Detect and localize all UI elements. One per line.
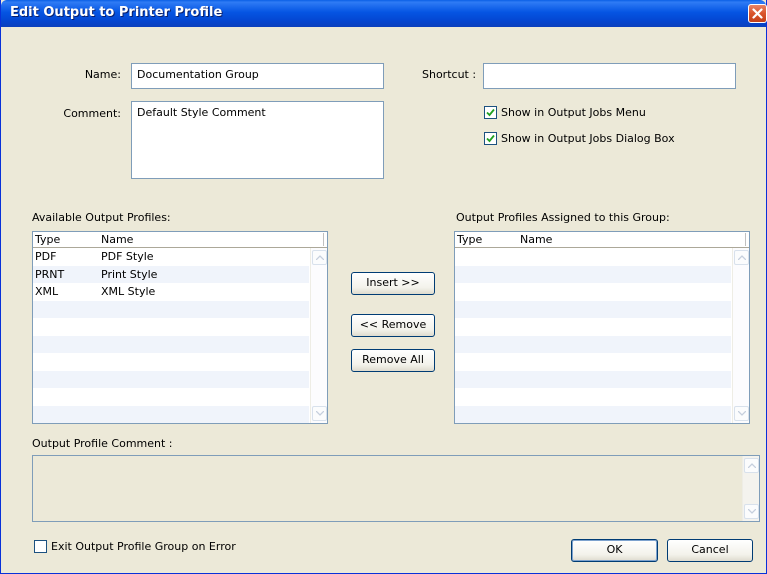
column-separator [745, 233, 746, 246]
empty-row[interactable] [33, 318, 309, 336]
exit-on-error-checkbox[interactable]: Exit Output Profile Group on Error [34, 540, 236, 553]
available-col-name[interactable]: Name [101, 233, 133, 246]
scroll-up-button[interactable] [734, 250, 749, 265]
show-in-dialog-label: Show in Output Jobs Dialog Box [501, 132, 675, 145]
scroll-down-arrow-icon [748, 509, 756, 514]
empty-row[interactable] [455, 388, 731, 406]
scroll-up-arrow-icon [738, 255, 746, 260]
list-item[interactable]: PRNT Print Style [33, 265, 309, 283]
assigned-col-type[interactable]: Type [457, 233, 482, 246]
comment-label: Comment: [63, 107, 121, 120]
profile-type-cell: PDF [35, 250, 57, 263]
empty-row[interactable] [33, 405, 309, 423]
profile-comment-label: Output Profile Comment : [32, 437, 173, 450]
available-col-type[interactable]: Type [35, 233, 60, 246]
empty-row[interactable] [455, 353, 731, 371]
empty-row[interactable] [455, 265, 731, 283]
scroll-down-arrow-icon [316, 411, 324, 416]
scroll-down-button[interactable] [312, 406, 327, 421]
empty-row[interactable] [455, 335, 731, 353]
empty-row[interactable] [455, 405, 731, 423]
empty-row[interactable] [33, 370, 309, 388]
dialog-window: Edit Output to Printer Profile Name: Doc… [0, 0, 767, 574]
close-icon [752, 8, 763, 19]
checkmark-icon [486, 134, 495, 143]
exit-on-error-label: Exit Output Profile Group on Error [51, 540, 236, 553]
profile-type-cell: XML [35, 285, 59, 298]
empty-row[interactable] [455, 370, 731, 388]
list-item[interactable]: XML XML Style [33, 283, 309, 301]
assigned-profiles-list[interactable]: Type Name [454, 231, 750, 424]
empty-row[interactable] [455, 318, 731, 336]
available-profiles-list[interactable]: Type Name PDF PDF Style PRNT Print Style XML… [32, 231, 328, 424]
insert-button[interactable]: Insert >> [351, 272, 435, 295]
empty-row[interactable] [33, 335, 309, 353]
name-field[interactable]: Documentation Group [131, 63, 384, 89]
show-in-menu-label: Show in Output Jobs Menu [501, 106, 646, 119]
profile-comment-field[interactable] [32, 455, 760, 522]
available-profiles-label: Available Output Profiles: [32, 211, 171, 224]
show-in-dialog-checkbox[interactable]: Show in Output Jobs Dialog Box [484, 132, 675, 145]
comment-textarea[interactable]: Default Style Comment [131, 101, 384, 179]
comment-value: Default Style Comment [137, 106, 266, 119]
assigned-rows [455, 248, 731, 423]
scroll-up-arrow-icon [316, 255, 324, 260]
checkmark-icon [486, 108, 495, 117]
scroll-down-button[interactable] [734, 406, 749, 421]
close-button[interactable] [748, 4, 767, 23]
cancel-button[interactable]: Cancel [667, 539, 753, 562]
scroll-up-arrow-icon [748, 463, 756, 468]
profile-type-cell: PRNT [35, 267, 65, 281]
profile-name-cell: Print Style [101, 267, 158, 281]
assigned-col-name[interactable]: Name [520, 233, 552, 246]
assigned-vertical-scrollbar[interactable] [732, 248, 749, 423]
empty-row[interactable] [33, 388, 309, 406]
shortcut-field[interactable] [483, 63, 736, 89]
scroll-down-button[interactable] [744, 504, 759, 519]
dialog-title: Edit Output to Printer Profile [10, 5, 223, 20]
name-value: Documentation Group [137, 68, 259, 81]
profile-comment-scrollbar[interactable] [742, 456, 759, 521]
empty-row[interactable] [33, 353, 309, 371]
remove-all-button[interactable]: Remove All [351, 349, 435, 372]
assigned-profiles-label: Output Profiles Assigned to this Group: [456, 211, 670, 224]
scroll-up-button[interactable] [312, 250, 327, 265]
available-vertical-scrollbar[interactable] [310, 248, 327, 423]
show-in-menu-checkbox[interactable]: Show in Output Jobs Menu [484, 106, 646, 119]
shortcut-label: Shortcut : [422, 68, 477, 81]
assigned-list-header: Type Name [455, 232, 749, 248]
available-rows: PDF PDF Style PRNT Print Style XML XML Style [33, 248, 309, 423]
exit-on-error-box[interactable] [34, 540, 47, 553]
profile-name-cell: PDF Style [101, 250, 154, 263]
scroll-up-button[interactable] [744, 458, 759, 473]
empty-row[interactable] [455, 300, 731, 318]
name-label: Name: [84, 68, 121, 81]
available-list-header: Type Name [33, 232, 327, 248]
empty-row[interactable] [455, 248, 731, 266]
show-in-dialog-box[interactable] [484, 132, 497, 145]
title-bar[interactable]: Edit Output to Printer Profile [1, 0, 767, 27]
scroll-down-arrow-icon [738, 411, 746, 416]
show-in-menu-box[interactable] [484, 106, 497, 119]
profile-name-cell: XML Style [101, 285, 156, 298]
ok-button[interactable]: OK [571, 539, 658, 562]
empty-row[interactable] [455, 283, 731, 301]
column-separator [323, 233, 324, 246]
list-item[interactable]: PDF PDF Style [33, 248, 309, 266]
empty-row[interactable] [33, 300, 309, 318]
remove-button[interactable]: << Remove [351, 314, 435, 337]
